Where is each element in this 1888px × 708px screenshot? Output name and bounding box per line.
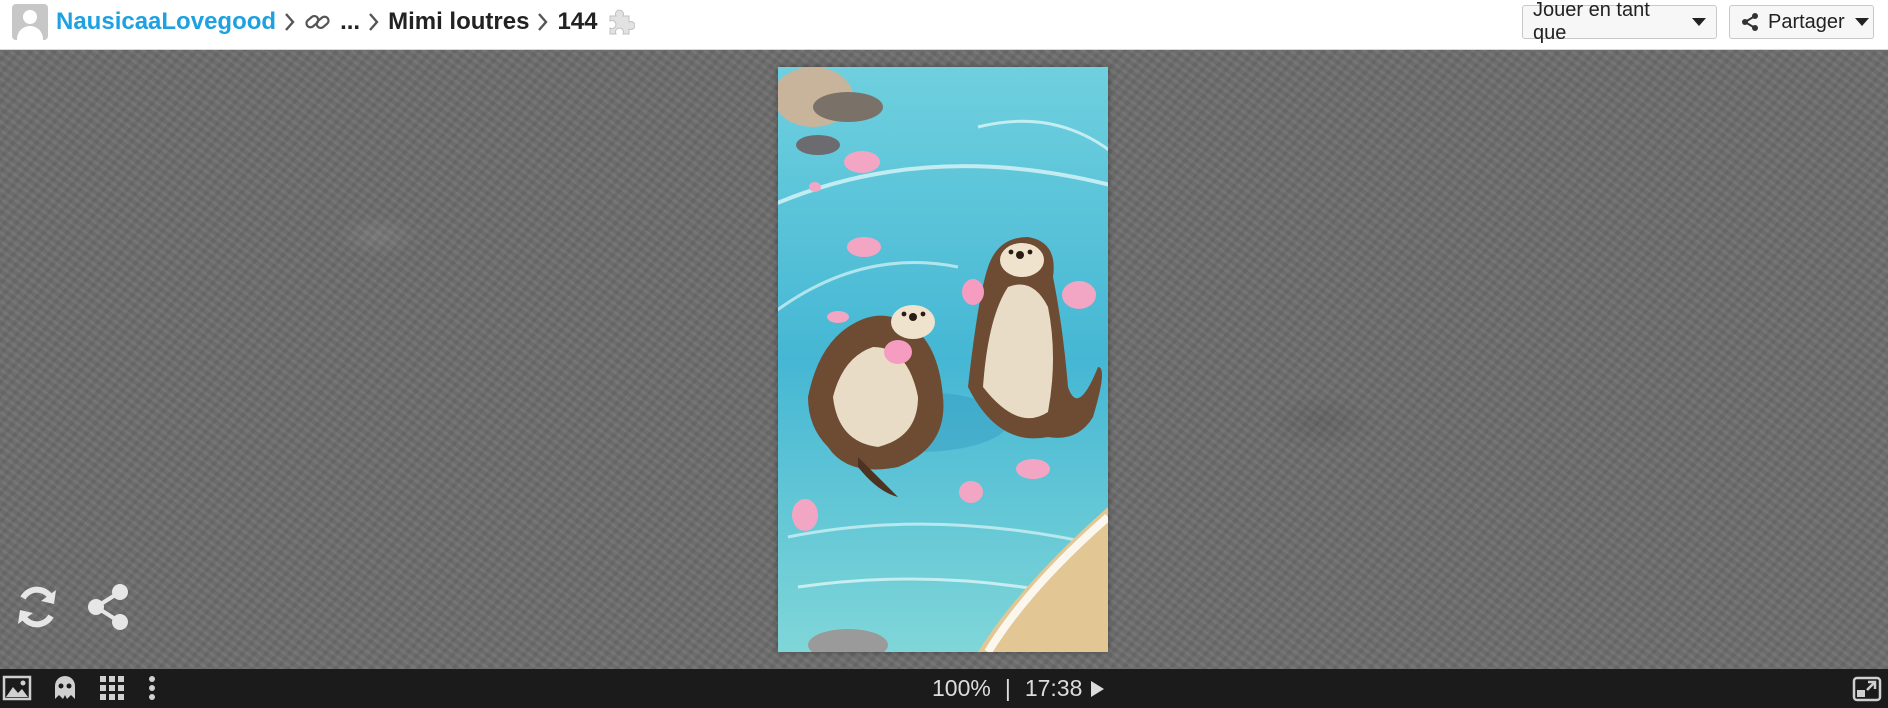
bottom-toolbar: 100% | 17:38 [0,669,1888,708]
image-icon[interactable] [2,673,32,703]
chevron-right-icon [537,11,549,33]
more-vertical-icon[interactable] [144,674,160,702]
expand-icon[interactable] [1852,674,1882,704]
share-icon[interactable] [84,582,132,632]
bottom-toolbar-left [2,673,160,703]
link-icon[interactable] [304,10,332,34]
play-as-dropdown[interactable]: Jouer en tant que [1522,0,1717,44]
refresh-icon[interactable] [12,582,62,632]
breadcrumb-user-link[interactable]: NausicaaLovegood [56,8,276,36]
zoom-level: 100% [932,675,991,701]
breadcrumb-piece-count: 144 [557,8,598,35]
chevron-right-icon [284,11,296,33]
caret-down-icon [1692,18,1706,26]
caret-down-icon [1854,18,1869,26]
avatar[interactable] [12,4,48,40]
ghost-icon[interactable] [50,673,80,703]
breadcrumb-ellipsis[interactable]: ... [340,8,360,36]
status-divider: | [1004,675,1011,701]
chevron-right-icon [368,11,380,33]
play-icon[interactable] [1088,679,1106,699]
breadcrumb-collection[interactable]: Mimi loutres [388,8,529,36]
share-icon [1740,12,1760,32]
breadcrumb: NausicaaLovegood ... Mimi loutres 144 [12,4,636,40]
share-label: Partager [1768,10,1845,33]
grid-icon[interactable] [98,674,126,702]
timer: 17:38 [1024,675,1083,701]
floating-tools [12,582,132,632]
play-as-label: Jouer en tant que [1533,0,1650,44]
puzzle-preview-image[interactable] [778,67,1108,652]
puzzle-piece-icon [605,7,636,37]
share-dropdown[interactable]: Partager [1729,5,1874,39]
status-readout: 100% | 17:38 [932,669,1106,708]
top-bar: NausicaaLovegood ... Mimi loutres 144 Jo… [0,0,1888,50]
